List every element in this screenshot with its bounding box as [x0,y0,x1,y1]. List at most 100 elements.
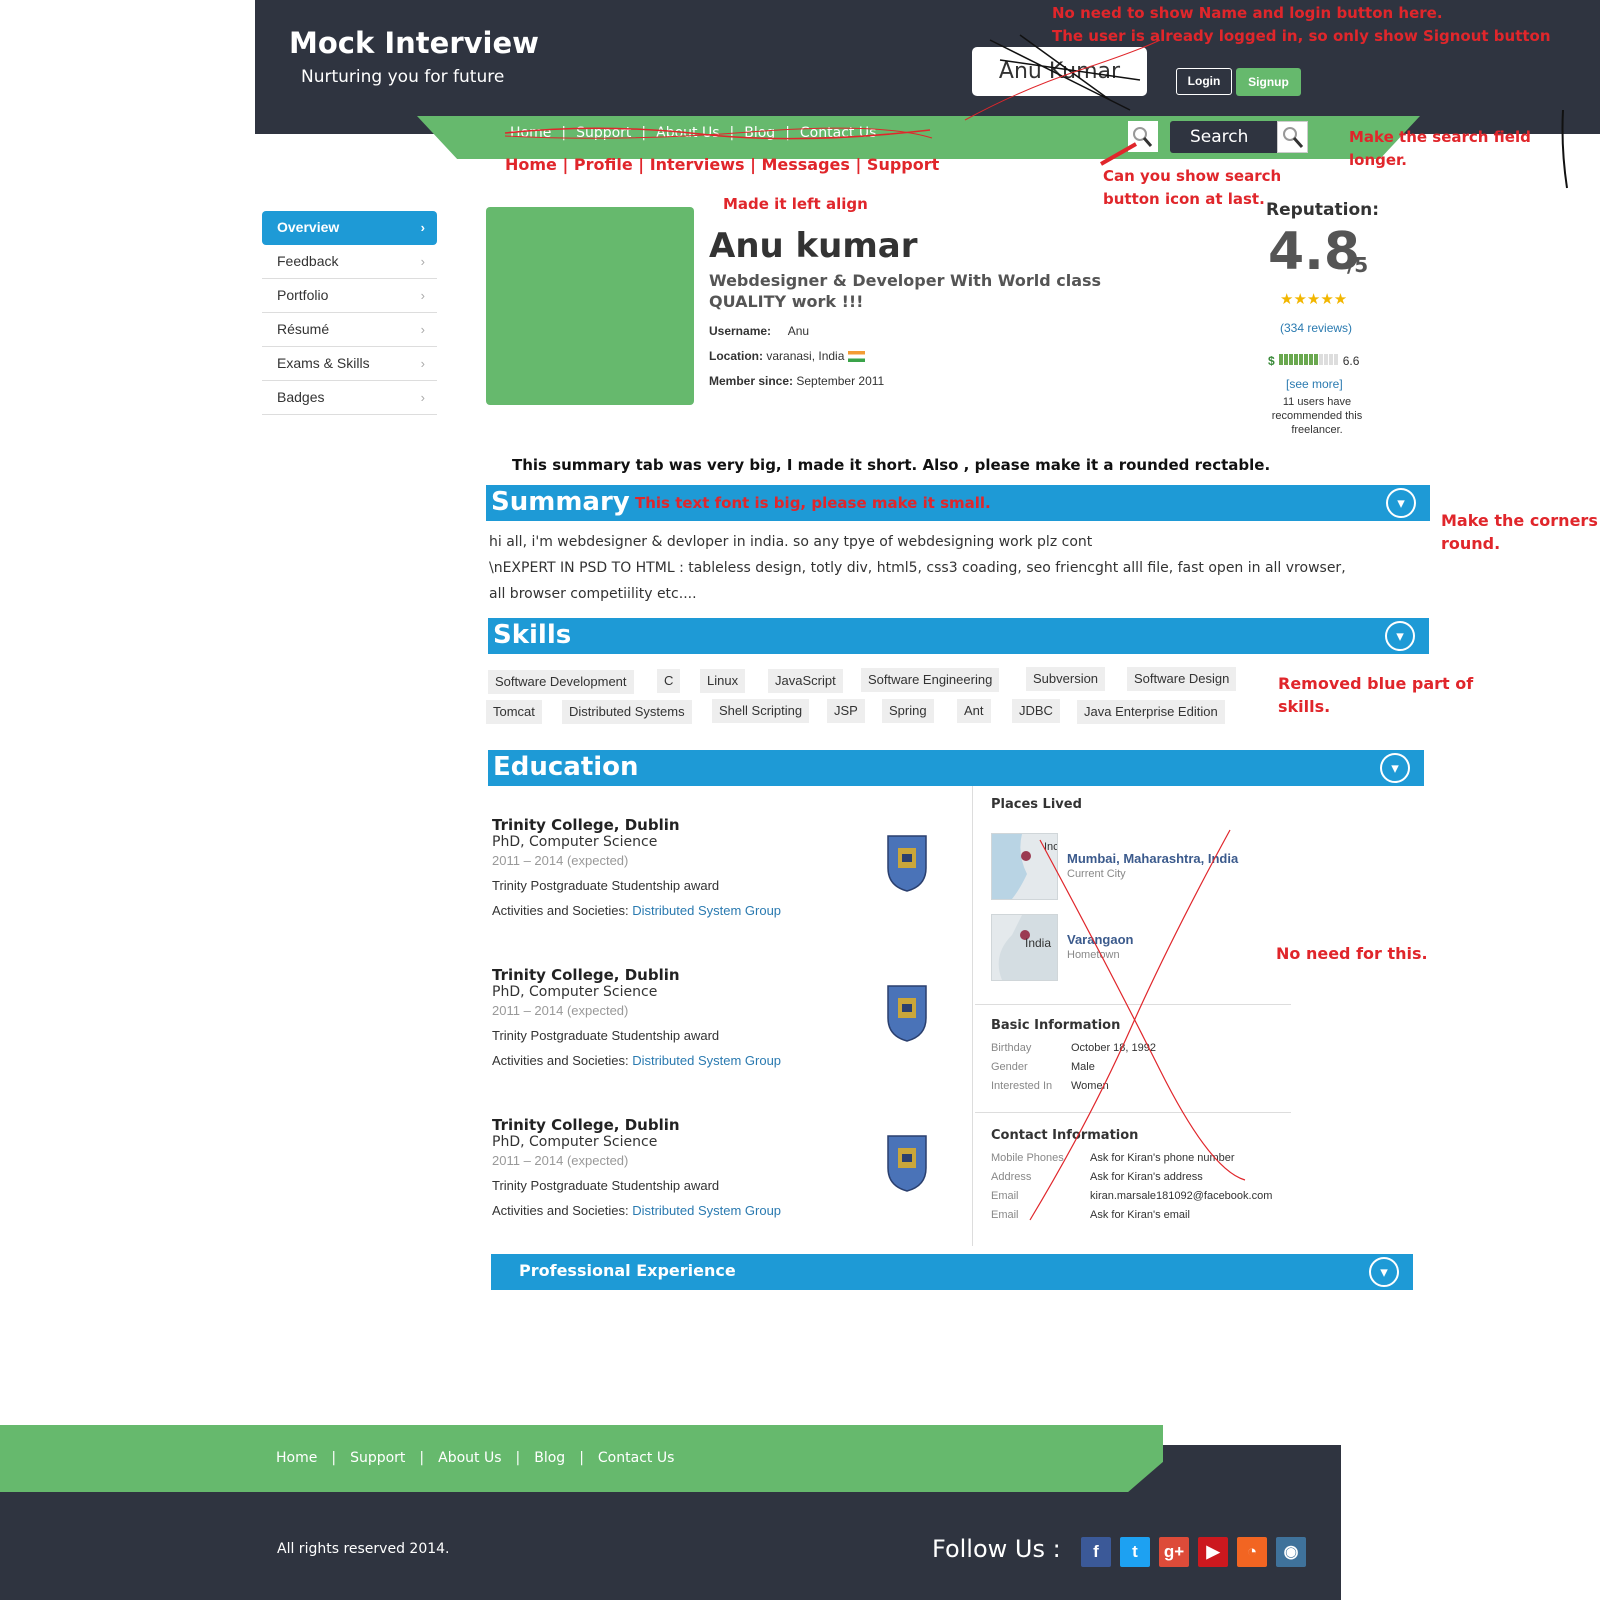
youtube-icon[interactable]: ▶ [1198,1537,1228,1567]
edu-school[interactable]: Trinity College, Dublin [492,1116,781,1134]
footer-link-home[interactable]: Home [276,1450,317,1466]
reputation-label: Reputation: [1266,200,1380,220]
sidebar-item-portfolio[interactable]: Portfolio › [262,279,437,313]
instagram-icon[interactable]: ◉ [1276,1537,1306,1567]
sidebar-item-exams-skills[interactable]: Exams & Skills › [262,347,437,381]
search-button-icon[interactable] [1277,121,1308,153]
column-divider [972,786,973,1246]
skill-tag[interactable]: JDBC [1012,699,1060,723]
footer-link-blog[interactable]: Blog [534,1450,565,1466]
search-input[interactable]: Search [1170,121,1277,153]
facebook-icon[interactable]: f [1081,1537,1111,1567]
education-entry: Trinity College, Dublin PhD, Computer Sc… [492,1116,781,1218]
bar-segment [1328,354,1333,365]
chevron-down-icon[interactable]: ▾ [1386,488,1416,518]
recommend-text: 11 users have recommended this freelance… [1271,396,1363,436]
skill-tag[interactable]: JSP [827,699,865,723]
nav-strikethrough [504,127,933,140]
avatar[interactable] [486,207,694,405]
edu-school[interactable]: Trinity College, Dublin [492,816,781,834]
login-button[interactable]: Login [1176,68,1232,95]
info-label: Email [991,1190,1019,1202]
activity-link[interactable]: Distributed System Group [632,1203,781,1218]
profile-name: Anu kumar [709,226,918,266]
skill-tag[interactable]: Spring [882,699,934,723]
bar-segment [1293,354,1298,365]
earnings-bar: $ 6.6 [1268,354,1360,368]
signup-button[interactable]: Signup [1236,68,1301,96]
info-label: Email [991,1209,1019,1221]
annotation-left-align: Made it left align [723,195,868,213]
places-lived-title: Places Lived [991,797,1082,812]
sidebar-item-overview[interactable]: Overview › [262,211,437,245]
suggested-nav-interviews[interactable]: Interviews [650,155,745,174]
twitter-icon[interactable]: t [1120,1537,1150,1567]
annotation-skills-blue: Removed blue part of skills. [1278,674,1474,716]
location-row: Location: varanasi, India [709,349,866,363]
reputation-out-of: /5 [1347,253,1369,277]
follow-us-label: Follow Us : [932,1535,1061,1563]
education-entry: Trinity College, Dublin PhD, Computer Sc… [492,966,781,1068]
activity-link[interactable]: Distributed System Group [632,903,781,918]
sidebar-item-feedback[interactable]: Feedback › [262,245,437,279]
brand-title[interactable]: Mock Interview [289,26,539,60]
footer-link-contact[interactable]: Contact Us [598,1450,674,1466]
bar-segment [1278,354,1283,365]
college-crest-icon [887,985,927,1042]
footer-link-support[interactable]: Support [350,1450,405,1466]
copyright: All rights reserved 2014. [277,1541,450,1557]
edu-activities: Activities and Societies: Distributed Sy… [492,1053,782,1068]
skill-tag[interactable]: Ant [957,699,991,723]
sidebar-item-resume[interactable]: Résumé › [262,313,437,347]
edu-award: Trinity Postgraduate Studentship award [492,1178,720,1193]
summary-line-1: hi all, i'm webdesigner & devloper in in… [489,534,1093,550]
skills-section-bar[interactable]: Skills ▾ [488,618,1429,654]
suggested-nav-home[interactable]: Home [505,155,557,174]
summary-line-2: \nEXPERT IN PSD TO HTML : tableless desi… [489,560,1346,576]
skill-tag[interactable]: Java Enterprise Edition [1077,700,1225,724]
suggested-nav-messages[interactable]: Messages [761,155,849,174]
chevron-right-icon: › [420,390,425,405]
activity-link[interactable]: Distributed System Group [632,1053,781,1068]
skill-tag[interactable]: Distributed Systems [562,700,692,724]
google-plus-icon[interactable]: g+ [1159,1537,1189,1567]
see-more-link[interactable]: [see more] [1286,377,1343,391]
footer-link-about[interactable]: About Us [438,1450,501,1466]
skill-tag[interactable]: Tomcat [486,700,542,724]
skill-tag[interactable]: Subversion [1026,667,1106,691]
annotation-summary-font: This text font is big, please make it sm… [635,494,991,512]
edu-degree: PhD, Computer Science [492,984,658,1000]
skill-tag[interactable]: Linux [700,669,746,693]
chevron-right-icon: › [420,288,425,303]
skill-tag[interactable]: C [657,669,681,693]
annotation-summary-short: This summary tab was very big, I made it… [512,456,1271,474]
edu-school[interactable]: Trinity College, Dublin [492,966,781,984]
bar-segment [1318,354,1323,365]
chevron-down-icon[interactable]: ▾ [1369,1257,1399,1287]
annotation-search-icon: Can you show search button icon at last. [1103,167,1282,208]
experience-section-bar[interactable]: Professional Experience ▾ [491,1254,1413,1290]
side-mark [1561,109,1568,189]
skill-tag[interactable]: JavaScript [768,669,843,693]
bar-segment [1313,354,1318,365]
sidebar-item-badges[interactable]: Badges › [262,381,437,415]
annotation-search-longer: Make the search field longer. [1349,128,1531,169]
edu-award: Trinity Postgraduate Studentship award [492,878,720,893]
skill-tag[interactable]: Software Engineering [861,668,1000,692]
college-crest-icon [887,835,927,892]
earnings-level-bar [1278,354,1339,368]
cross-out-scribble [1029,829,1246,1221]
rss-icon[interactable]: ◔ [1237,1537,1267,1567]
brand-tagline: Nurturing you for future [301,67,505,87]
skill-tag[interactable]: Software Development [488,670,634,694]
chevron-down-icon[interactable]: ▾ [1380,753,1410,783]
chevron-down-icon[interactable]: ▾ [1385,621,1415,651]
suggested-nav-profile[interactable]: Profile [574,155,633,174]
skill-tag[interactable]: Shell Scripting [712,699,810,723]
education-section-bar[interactable]: Education ▾ [488,750,1424,786]
reviews-link[interactable]: (334 reviews) [1280,321,1352,335]
chevron-right-icon: › [420,254,425,269]
cross-out-scribble [964,34,1161,121]
suggested-nav-support[interactable]: Support [867,155,939,174]
skill-tag[interactable]: Software Design [1127,667,1237,691]
